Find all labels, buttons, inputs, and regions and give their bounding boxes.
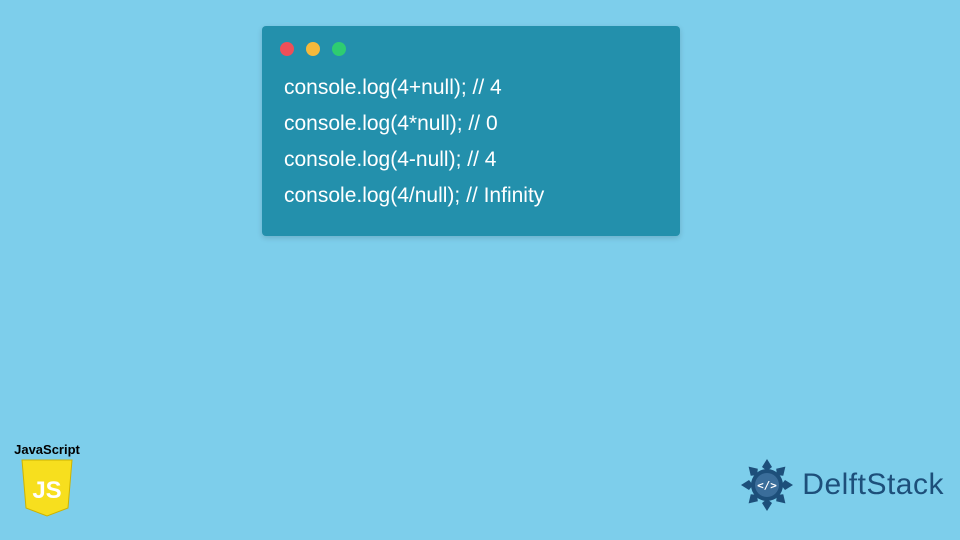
delftstack-gear-icon: </>	[738, 456, 796, 514]
code-line: console.log(4/null); // Infinity	[284, 178, 658, 214]
javascript-shield-icon: JS	[20, 458, 74, 518]
code-body: console.log(4+null); // 4 console.log(4*…	[262, 66, 680, 214]
javascript-label: JavaScript	[12, 442, 82, 457]
delftstack-logo: </> DelftStack	[738, 456, 944, 514]
code-window: console.log(4+null); // 4 console.log(4*…	[262, 26, 680, 236]
javascript-badge: JavaScript JS	[12, 442, 82, 518]
code-line: console.log(4-null); // 4	[284, 142, 658, 178]
delftstack-text: DelftStack	[802, 468, 944, 502]
minimize-icon	[306, 42, 320, 56]
js-shield-text: JS	[32, 477, 61, 504]
close-icon	[280, 42, 294, 56]
code-line: console.log(4+null); // 4	[284, 70, 658, 106]
svg-text:</>: </>	[757, 479, 777, 492]
maximize-icon	[332, 42, 346, 56]
code-line: console.log(4*null); // 0	[284, 106, 658, 142]
window-traffic-lights	[262, 26, 680, 66]
